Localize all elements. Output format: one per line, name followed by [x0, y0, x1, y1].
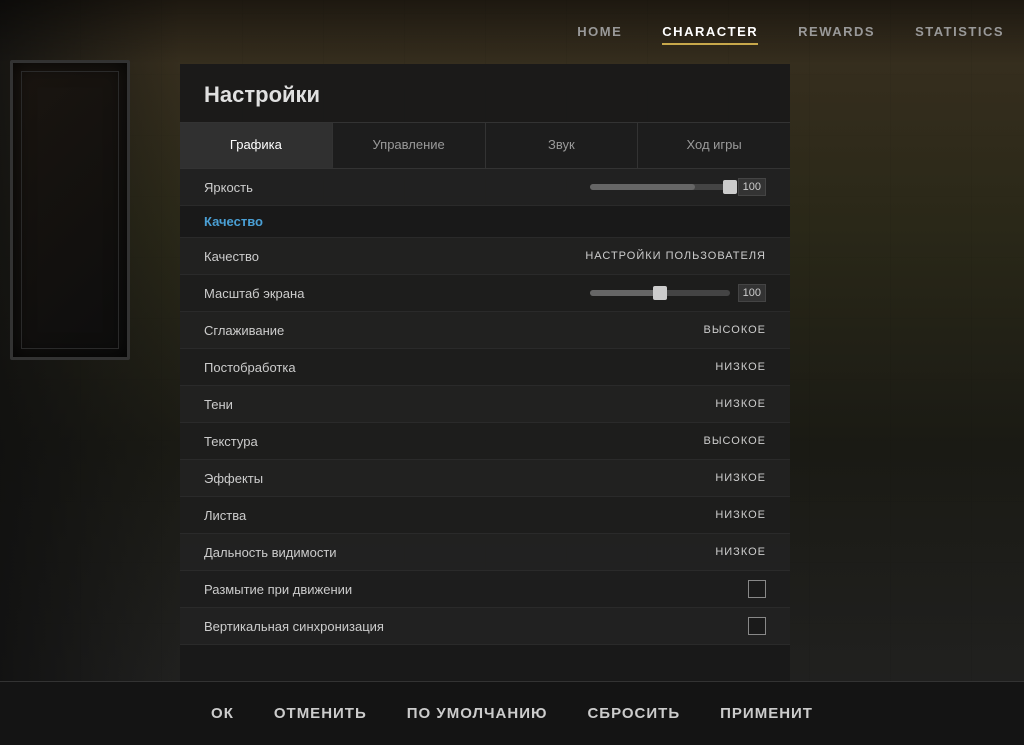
- cancel-button[interactable]: ОТМЕНИТЬ: [266, 701, 375, 726]
- vsync-row: Вертикальная синхронизация: [180, 608, 790, 645]
- panel-title: Настройки: [180, 64, 790, 123]
- settings-content: Яркость 100 Качество Качество НАСТРОЙКИ …: [180, 169, 790, 681]
- scale-slider-container[interactable]: 100: [590, 284, 766, 302]
- motionblur-row: Размытие при движении: [180, 571, 790, 608]
- antialiasing-value[interactable]: ВЫСОКОЕ: [703, 324, 766, 336]
- scale-fill: [590, 290, 660, 296]
- brightness-value: 100: [738, 178, 766, 196]
- reset-button[interactable]: СБРОСИТЬ: [579, 701, 688, 726]
- tab-graphics[interactable]: Графика: [180, 123, 333, 168]
- apply-button[interactable]: ПРИМЕНИТ: [712, 701, 821, 726]
- brightness-label: Яркость: [204, 180, 590, 195]
- tab-controls[interactable]: Управление: [333, 123, 486, 168]
- default-button[interactable]: ПО УМОЛЧАНИЮ: [399, 701, 556, 726]
- scale-label: Масштаб экрана: [204, 286, 590, 301]
- antialiasing-row: Сглаживание ВЫСОКОЕ: [180, 312, 790, 349]
- shadows-label: Тени: [204, 397, 715, 412]
- quality-label: Качество: [204, 249, 585, 264]
- texture-value[interactable]: ВЫСОКОЕ: [703, 435, 766, 447]
- quality-section-header: Качество: [180, 206, 790, 238]
- viewdist-row: Дальность видимости НИЗКОЕ: [180, 534, 790, 571]
- ok-button[interactable]: ОК: [203, 701, 242, 726]
- top-nav: HOME CHARACTER REWARDS STATISTICS: [0, 0, 1024, 64]
- quality-row: Качество НАСТРОЙКИ ПОЛЬЗОВАТЕЛЯ: [180, 238, 790, 275]
- scale-row: Масштаб экрана 100: [180, 275, 790, 312]
- tab-sound[interactable]: Звук: [486, 123, 639, 168]
- tabs-bar: Графика Управление Звук Ход игры: [180, 123, 790, 169]
- texture-label: Текстура: [204, 434, 703, 449]
- settings-panel: Настройки Графика Управление Звук Ход иг…: [180, 64, 790, 681]
- vsync-checkbox-container[interactable]: [748, 617, 766, 635]
- vsync-checkbox[interactable]: [748, 617, 766, 635]
- motionblur-label: Размытие при движении: [204, 582, 748, 597]
- nav-statistics[interactable]: STATISTICS: [915, 20, 1004, 45]
- antialiasing-label: Сглаживание: [204, 323, 703, 338]
- postprocess-value[interactable]: НИЗКОЕ: [715, 361, 766, 373]
- brightness-thumb[interactable]: [723, 180, 737, 194]
- door-decoration: [10, 60, 130, 360]
- postprocess-row: Постобработка НИЗКОЕ: [180, 349, 790, 386]
- foliage-value[interactable]: НИЗКОЕ: [715, 509, 766, 521]
- vsync-label: Вертикальная синхронизация: [204, 619, 748, 634]
- viewdist-value[interactable]: НИЗКОЕ: [715, 546, 766, 558]
- settings-scroll[interactable]: Яркость 100 Качество Качество НАСТРОЙКИ …: [180, 169, 790, 681]
- effects-label: Эффекты: [204, 471, 715, 486]
- foliage-label: Листва: [204, 508, 715, 523]
- effects-row: Эффекты НИЗКОЕ: [180, 460, 790, 497]
- brightness-track[interactable]: [590, 184, 730, 190]
- shadows-value[interactable]: НИЗКОЕ: [715, 398, 766, 410]
- brightness-slider-container[interactable]: 100: [590, 178, 766, 196]
- action-bar: ОК ОТМЕНИТЬ ПО УМОЛЧАНИЮ СБРОСИТЬ ПРИМЕН…: [0, 681, 1024, 745]
- scale-thumb[interactable]: [653, 286, 667, 300]
- foliage-row: Листва НИЗКОЕ: [180, 497, 790, 534]
- scale-track[interactable]: [590, 290, 730, 296]
- nav-character[interactable]: CHARACTER: [662, 20, 758, 45]
- tab-gameplay[interactable]: Ход игры: [638, 123, 790, 168]
- viewdist-label: Дальность видимости: [204, 545, 715, 560]
- brightness-fill: [590, 184, 695, 190]
- nav-home[interactable]: HOME: [577, 20, 622, 45]
- effects-value[interactable]: НИЗКОЕ: [715, 472, 766, 484]
- nav-rewards[interactable]: REWARDS: [798, 20, 875, 45]
- texture-row: Текстура ВЫСОКОЕ: [180, 423, 790, 460]
- motionblur-checkbox-container[interactable]: [748, 580, 766, 598]
- nav-items: HOME CHARACTER REWARDS STATISTICS: [577, 20, 1004, 45]
- motionblur-checkbox[interactable]: [748, 580, 766, 598]
- brightness-row: Яркость 100: [180, 169, 790, 206]
- postprocess-label: Постобработка: [204, 360, 715, 375]
- shadows-row: Тени НИЗКОЕ: [180, 386, 790, 423]
- quality-value: НАСТРОЙКИ ПОЛЬЗОВАТЕЛЯ: [585, 250, 766, 262]
- left-area: [0, 0, 180, 681]
- scale-value: 100: [738, 284, 766, 302]
